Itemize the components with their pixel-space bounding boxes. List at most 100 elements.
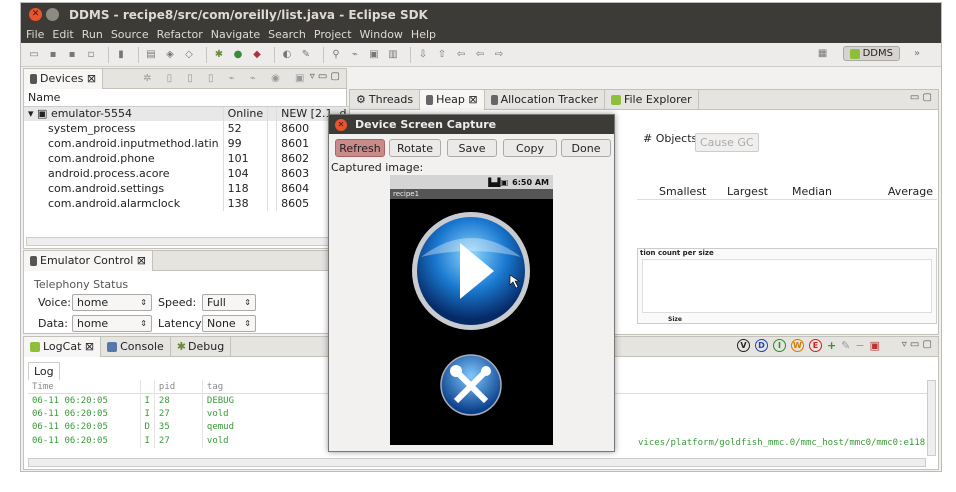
save-icon[interactable]: ▪ [46,48,60,62]
tab-debug[interactable]: ✱ Debug [171,336,232,357]
menu-refactor[interactable]: Refactor [157,28,203,41]
tab-logcat[interactable]: LogCat ⊠ [24,336,102,357]
voice-select[interactable]: home ⇕ [72,294,152,311]
refresh-button[interactable]: Refresh [335,139,385,157]
new-class-icon[interactable]: ◇ [182,48,196,62]
data-label: Data: [38,317,68,330]
external-tools-icon[interactable]: ◆ [250,48,264,62]
process-name: com.android.phone [24,151,224,166]
last-edit-icon[interactable]: ⇦ [454,48,468,62]
table-header: Name [24,89,352,107]
close-window-button[interactable]: ✕ [29,8,42,21]
process-pid: 118 [223,181,269,196]
log-subtab[interactable]: Log [28,362,60,380]
save-button[interactable]: Save [447,139,497,157]
tab-console-label: Console [120,340,164,353]
forward-icon[interactable]: ⇨ [492,48,506,62]
search-icon[interactable]: ✎ [299,48,313,62]
voice-row: Voice: home ⇕ Speed: Full ⇕ [38,294,256,311]
tab-emulator-control[interactable]: Emulator Control ⊠ [24,250,153,271]
col-level [140,380,155,394]
process-row[interactable]: com.android.alarmclock 138 8605 [24,196,352,211]
error-filter-button[interactable]: E [808,339,822,352]
verbose-filter-button[interactable]: V [736,339,750,352]
clear-log-icon[interactable]: ▣ [870,339,880,352]
minimize-window-button[interactable] [46,8,59,21]
debug-filter-button[interactable]: D [754,339,768,352]
process-row[interactable]: android.process.acore 104 8603 [24,166,352,181]
menu-file[interactable]: File [26,28,44,41]
device-icon [30,73,37,84]
process-row[interactable]: com.android.settings 118 8604 [24,181,352,196]
new-project-icon[interactable]: ▤ [144,48,158,62]
devices-toolbar-icons[interactable]: ✲ ▯ ▯ ▯ ⌁ ⌁ ◉ ▣ [143,73,310,84]
prev-annotation-icon[interactable]: ⇧ [435,48,449,62]
copy-button[interactable]: Copy [503,139,557,157]
block-icon[interactable]: ▣ [367,48,381,62]
mark-icon[interactable]: ▥ [386,48,400,62]
tab-threads[interactable]: ⚙ Threads [350,89,421,110]
new-icon[interactable]: ▭ [27,48,41,62]
ddms-perspective-button[interactable]: DDMS [842,46,900,61]
print-icon[interactable]: ▫ [84,48,98,62]
annotation-icon[interactable]: ⚲ [329,48,343,62]
android-icon [849,48,860,59]
view-menu-icon[interactable]: ▿ ▭ ▢ [902,339,932,350]
view-menu-icon[interactable]: ▿ ▭ ▢ [310,71,340,82]
tab-devices-label: Devices [40,72,84,85]
col-time: Time [28,380,141,394]
menu-edit[interactable]: Edit [52,28,73,41]
new-package-icon[interactable]: ◈ [163,48,177,62]
process-row[interactable]: system_process 52 8600 [24,121,352,136]
cause-gc-button[interactable]: Cause GC [695,133,759,152]
android-sdk-icon[interactable]: ▮ [114,48,128,62]
open-type-icon[interactable]: ◐ [280,48,294,62]
chart-title: tion count per size [640,249,714,257]
menu-window[interactable]: Window [360,28,403,41]
done-button[interactable]: Done [561,139,611,157]
menu-run[interactable]: Run [82,28,103,41]
process-row[interactable]: com.android.inputmethod.latin 99 8601 [24,136,352,151]
latency-select[interactable]: None ⇕ [202,315,256,332]
run-icon[interactable]: ● [231,48,245,62]
emulator-control-view: Emulator Control ⊠ Telephony Status Voic… [23,250,347,334]
tab-heap[interactable]: Heap ⊠ [420,89,485,110]
debug-icon[interactable]: ✱ [212,48,226,62]
process-row[interactable]: com.android.phone 101 8602 [24,151,352,166]
device-row[interactable]: ▾ ▣ emulator-5554 Online NEW [2.1, d [24,106,352,121]
tab-devices[interactable]: Devices ⊠ [24,68,104,89]
menu-project[interactable]: Project [314,28,352,41]
info-filter-button[interactable]: I [772,339,786,352]
log-level: I [140,393,155,407]
save-all-icon[interactable]: ▪ [65,48,79,62]
data-select[interactable]: home ⇕ [72,315,152,332]
warn-filter-button[interactable]: W [790,339,804,352]
edit-filter-icon[interactable]: ✎ [841,339,850,352]
tab-file-explorer-label: File Explorer [623,93,692,106]
more-perspectives-icon[interactable]: » [910,47,924,61]
minimize-maximize-icon[interactable]: ▭ ▢ [910,92,932,103]
rotate-button[interactable]: Rotate [389,139,441,157]
tab-file-explorer[interactable]: File Explorer [605,89,699,110]
menu-search[interactable]: Search [268,28,306,41]
menu-help[interactable]: Help [411,28,436,41]
log-vertical-scrollbar[interactable] [927,380,936,456]
speed-select[interactable]: Full ⇕ [202,294,256,311]
toggle-icon[interactable]: ⌁ [348,48,362,62]
menu-navigate[interactable]: Navigate [211,28,260,41]
close-dialog-button[interactable]: ✕ [335,118,347,131]
tab-console[interactable]: Console [101,336,171,357]
latency-label: Latency: [158,317,205,330]
toolbar-separator [108,46,109,63]
open-perspective-icon[interactable]: ▦ [816,47,830,61]
next-annotation-icon[interactable]: ⇩ [416,48,430,62]
add-filter-icon[interactable]: + [827,339,836,352]
log-horizontal-scrollbar[interactable] [28,458,926,467]
tab-allocation-tracker[interactable]: Allocation Tracker [485,89,605,110]
menu-source[interactable]: Source [111,28,149,41]
devices-horizontal-scrollbar[interactable] [26,237,344,246]
expand-arrow-icon[interactable]: ▾ [28,107,34,120]
back-icon[interactable]: ⇦ [473,48,487,62]
remove-filter-icon[interactable]: − [855,339,864,352]
tab-emulator-control-label: Emulator Control [40,254,134,267]
